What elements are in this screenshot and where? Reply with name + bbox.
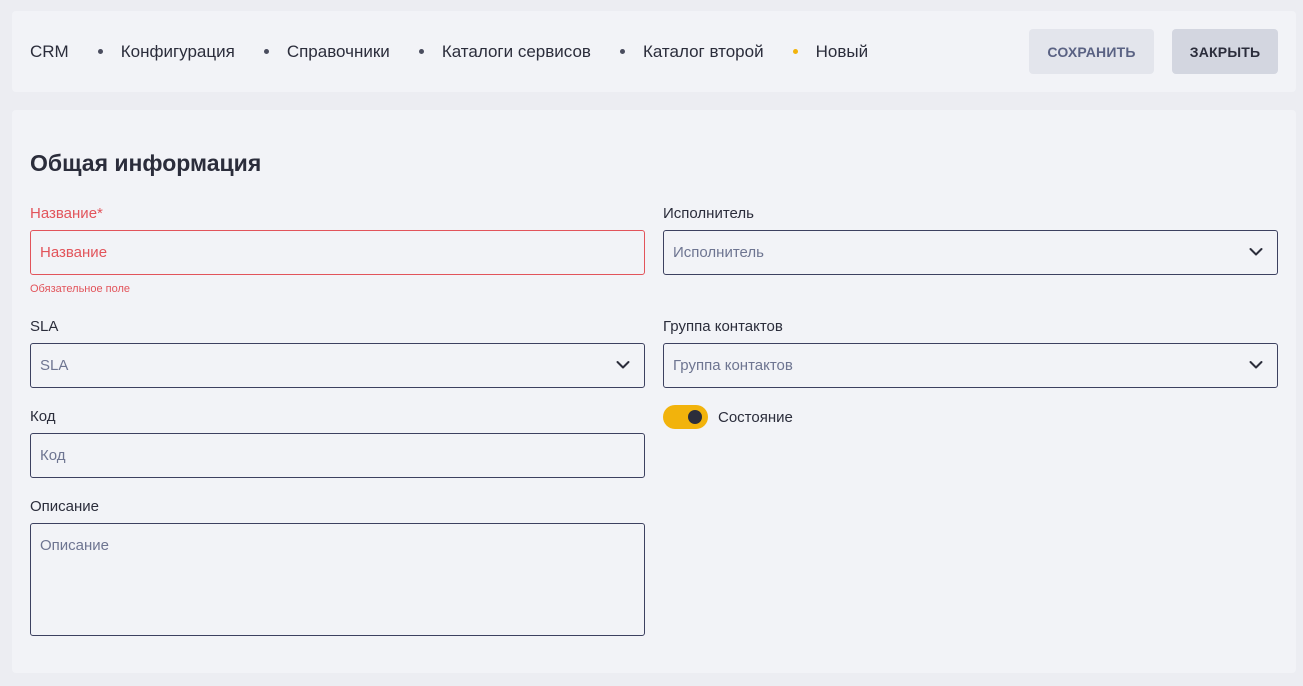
chevron-down-icon[interactable]	[616, 360, 630, 370]
toggle-knob	[688, 410, 702, 424]
code-label: Код	[30, 408, 56, 425]
breadcrumb-item-service-catalogs[interactable]: Каталоги сервисов	[442, 42, 591, 62]
breadcrumb-separator	[418, 49, 424, 54]
chevron-down-icon[interactable]	[1249, 360, 1263, 370]
contact-group-field-group: Группа контактов Группа контактов	[663, 318, 1278, 388]
breadcrumb-item-catalog-second[interactable]: Каталог второй	[643, 42, 764, 62]
breadcrumb-separator	[97, 49, 103, 54]
executor-field-group: Исполнитель Исполнитель	[663, 205, 1278, 275]
state-label: Состояние	[718, 408, 793, 426]
name-field-group: Название* Название Обязательное поле	[30, 205, 645, 295]
form-card: Общая информация Название* Название Обяз…	[12, 110, 1296, 673]
section-title: Общая информация	[30, 150, 262, 176]
code-field-group: Код Код	[30, 408, 645, 478]
sla-select[interactable]: SLA	[30, 343, 645, 388]
code-input[interactable]: Код	[30, 433, 645, 478]
name-label: Название*	[30, 205, 103, 222]
sla-field-group: SLA SLA	[30, 318, 645, 388]
description-textarea[interactable]: Описание	[30, 523, 645, 636]
header-bar: CRM Конфигурация Справочники Каталоги се…	[12, 11, 1296, 92]
breadcrumb-separator	[619, 49, 625, 54]
description-label: Описание	[30, 498, 100, 515]
name-input[interactable]: Название	[30, 230, 645, 275]
contact-group-placeholder: Группа контактов	[673, 357, 793, 374]
breadcrumb-item-configuration[interactable]: Конфигурация	[121, 42, 235, 62]
description-field-group: Описание Описание	[30, 498, 645, 636]
code-placeholder: Код	[40, 447, 66, 464]
close-button[interactable]: ЗАКРЫТЬ	[1172, 29, 1278, 74]
sla-placeholder: SLA	[40, 357, 69, 374]
executor-select[interactable]: Исполнитель	[663, 230, 1278, 275]
sla-label: SLA	[30, 318, 59, 335]
state-toggle[interactable]	[663, 405, 708, 429]
contact-group-label: Группа контактов	[663, 318, 783, 335]
executor-label: Исполнитель	[663, 205, 754, 222]
breadcrumb: CRM Конфигурация Справочники Каталоги се…	[30, 11, 868, 92]
breadcrumb-item-current: Новый	[815, 41, 869, 61]
name-placeholder: Название	[40, 244, 108, 261]
executor-placeholder: Исполнитель	[673, 244, 764, 261]
description-placeholder: Описание	[40, 537, 110, 554]
contact-group-select[interactable]: Группа контактов	[663, 343, 1278, 388]
state-toggle-row: Состояние	[663, 405, 793, 429]
breadcrumb-separator	[263, 49, 269, 54]
breadcrumb-item-directories[interactable]: Справочники	[287, 42, 390, 62]
breadcrumb-separator-active	[792, 49, 798, 54]
name-error-hint: Обязательное поле	[30, 283, 131, 295]
save-button[interactable]: СОХРАНИТЬ	[1029, 29, 1154, 74]
breadcrumb-item-crm[interactable]: CRM	[30, 42, 69, 62]
chevron-down-icon[interactable]	[1249, 247, 1263, 257]
